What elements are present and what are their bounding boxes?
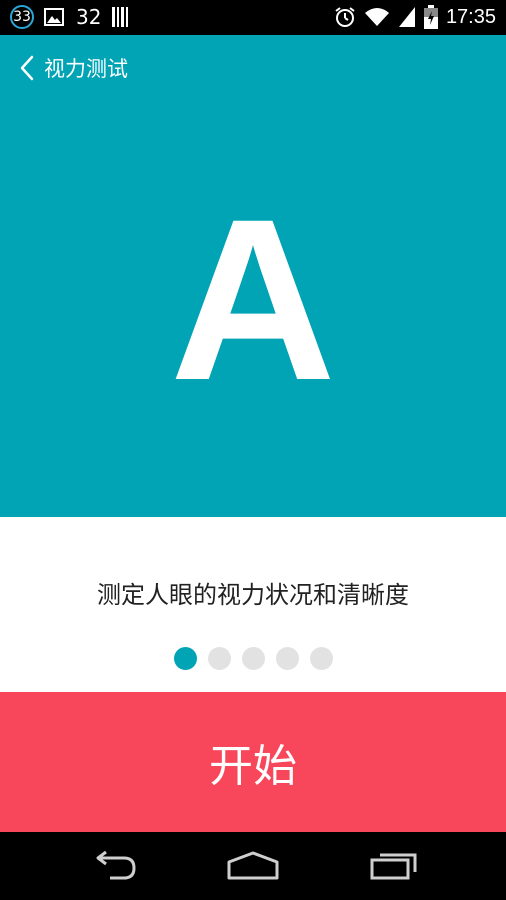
back-arrow-icon[interactable] [88, 850, 138, 882]
status-bar-right: 17:35 [334, 5, 496, 29]
notification-count: 33 [13, 9, 31, 25]
back-button[interactable]: 视力测试 [20, 53, 128, 83]
wifi-icon [364, 8, 389, 26]
signal-icon [398, 7, 415, 27]
pagination-dot [241, 647, 265, 670]
battery-icon [423, 5, 438, 29]
start-label: 开始 [209, 741, 297, 792]
pagination-dots [0, 647, 506, 670]
description-text: 测定人眼的视力状况和清晰度 [97, 581, 409, 609]
page-title: 视力测试 [44, 57, 128, 81]
status-time: 17:35 [445, 5, 496, 28]
alarm-icon [335, 7, 355, 27]
hero-panel: 视力测试 A [0, 35, 506, 517]
chevron-left-icon [20, 55, 34, 81]
status-bar: 33 32 17:35 [0, 0, 506, 35]
home-icon[interactable] [226, 850, 280, 882]
recent-apps-icon[interactable] [370, 850, 418, 882]
image-icon [44, 8, 64, 26]
pagination-dot [207, 647, 231, 670]
pagination-dot [309, 647, 333, 670]
notification-badge-icon: 33 [10, 5, 34, 29]
start-button[interactable]: 开始 [0, 692, 506, 832]
barcode-icon [112, 7, 129, 27]
status-count: 32 [76, 5, 102, 29]
test-letter: A [169, 171, 337, 428]
pagination-dot-active [173, 647, 197, 670]
pagination-dot [275, 647, 299, 670]
nav-bar [0, 832, 506, 900]
status-bar-left: 33 32 [10, 5, 129, 29]
info-panel: 测定人眼的视力状况和清晰度 [0, 517, 506, 692]
